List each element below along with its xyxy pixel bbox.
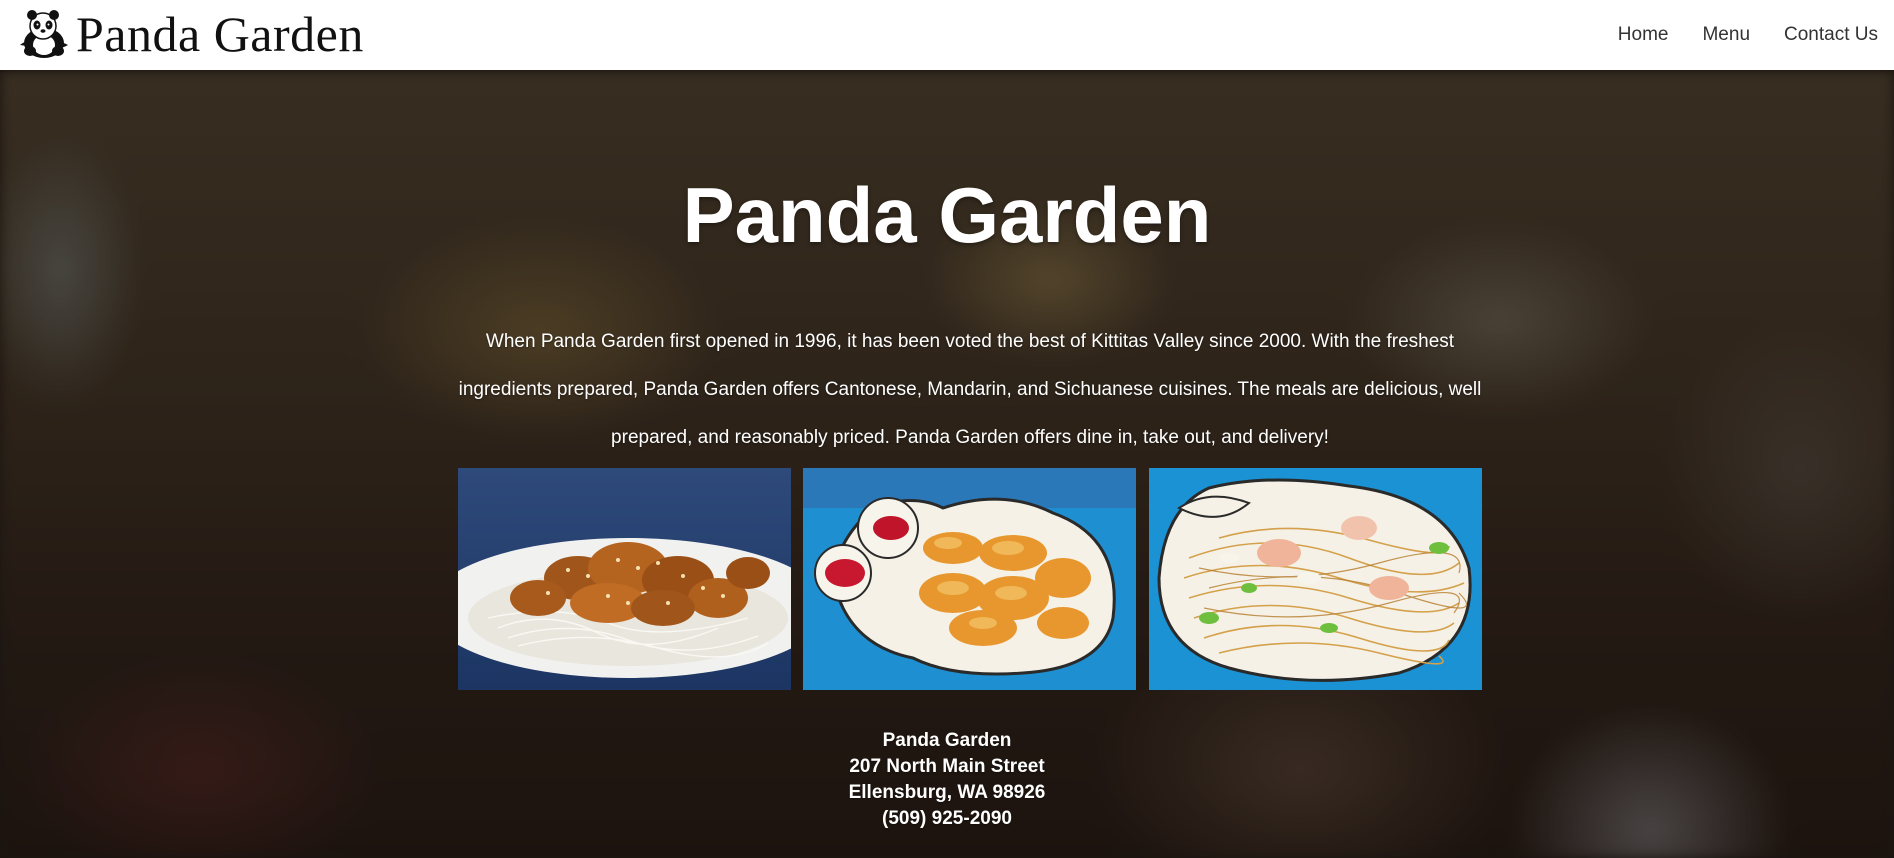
panda-icon	[16, 7, 70, 61]
main-nav: Home Menu Contact Us	[1601, 0, 1878, 70]
intro-paragraph: When Panda Garden first opened in 1996, …	[458, 331, 1482, 448]
address-city: Ellensburg, WA 98926	[848, 782, 1046, 803]
sesame-chicken-photo	[458, 468, 791, 690]
food-gallery	[458, 468, 1483, 690]
site-header: Panda Garden Home Menu Contact Us	[0, 0, 1894, 70]
address-business-name: Panda Garden	[882, 730, 1012, 751]
logo-text: Panda Garden	[76, 6, 364, 62]
fried-shrimp-photo	[803, 468, 1136, 690]
address-phone[interactable]: (509) 925-2090	[0, 806, 1894, 832]
lo-mein-photo	[1149, 468, 1482, 690]
nav-contact-link[interactable]: Contact Us	[1767, 24, 1878, 46]
hero-section: Panda Garden When Panda Garden first ope…	[0, 70, 1894, 858]
address-street: 207 North Main Street	[849, 756, 1045, 777]
contact-address: Panda Garden 207 North Main Street Ellen…	[0, 728, 1894, 832]
site-logo[interactable]: Panda Garden	[16, 4, 364, 64]
page: Panda Garden Home Menu Contact Us Panda …	[0, 0, 1894, 858]
nav-menu-link[interactable]: Menu	[1685, 24, 1767, 46]
nav-home-link[interactable]: Home	[1601, 24, 1686, 46]
page-title: Panda Garden	[682, 171, 1212, 259]
